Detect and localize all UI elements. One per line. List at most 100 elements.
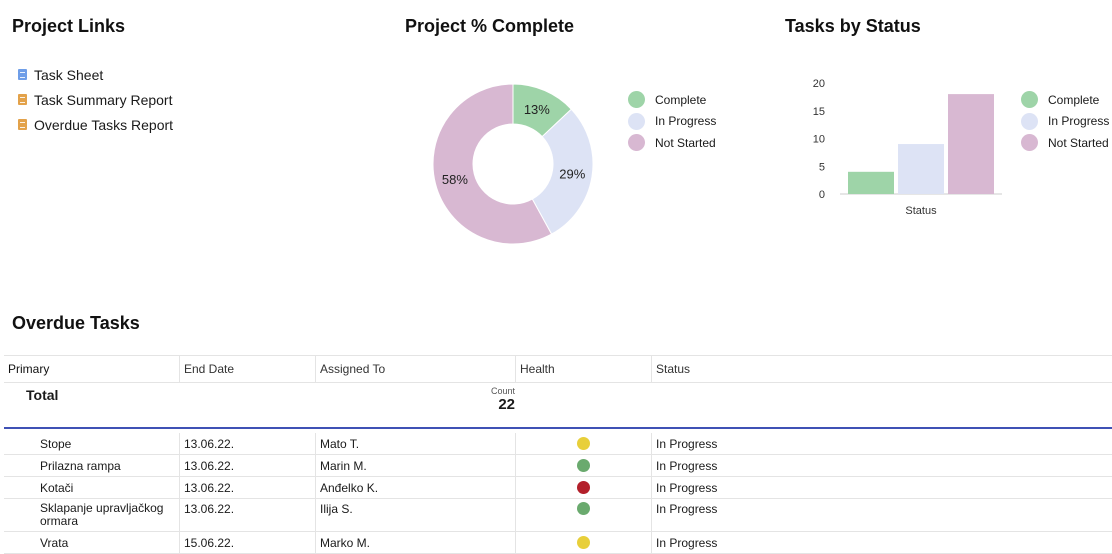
legend-label: Complete [655, 92, 707, 107]
column-header-status[interactable]: Status [652, 355, 1112, 383]
cell-assigned-to-text: Anđelko K. [320, 480, 379, 495]
column-header-end-date[interactable]: End Date [180, 355, 316, 383]
x-tick-label: Status [905, 205, 937, 217]
count-label: Count [491, 386, 516, 396]
table-header: Primary End Date Assigned To Health Stat… [4, 355, 1112, 383]
cell-end-date: 13.06.22. [180, 477, 316, 498]
cell-primary: Sklapanje upravljačkog ormara [4, 499, 180, 531]
link-task-summary-report[interactable]: Task Summary Report [18, 87, 173, 112]
column-header-primary[interactable]: Primary [4, 355, 180, 383]
y-tick-label: 10 [813, 134, 825, 146]
table-body: Stope 13.06.22. Mato T. In Progress Prilazna… [4, 433, 1112, 554]
cell-status-text: In Progress [656, 436, 718, 451]
table-row[interactable]: Sklapanje upravljačkog ormara 13.06.22. Il… [4, 499, 1112, 532]
legend-item-complete: Complete [628, 89, 716, 111]
table-row[interactable]: Vrata 15.06.22. Marko M. In Progress [4, 532, 1112, 554]
health-yellow-dot-icon [577, 437, 590, 450]
health-green-dot-icon [577, 502, 590, 515]
column-header-assigned-to[interactable]: Assigned To [316, 355, 516, 383]
link-label: Task Summary Report [34, 91, 173, 108]
y-tick-label: 20 [813, 78, 825, 90]
pie-legend: Complete In Progress Not Started [628, 89, 716, 154]
cell-end-date-text: 13.06.22. [184, 436, 235, 451]
bar-in-progress [898, 144, 944, 194]
cell-assigned-to-text: Ilija S. [320, 502, 353, 516]
report-icon [18, 94, 27, 105]
link-overdue-tasks-report[interactable]: Overdue Tasks Report [18, 112, 173, 137]
total-label: Total [26, 387, 59, 403]
y-tick-label: 0 [819, 189, 825, 201]
health-yellow-dot-icon [577, 536, 590, 549]
project-links-list: Task Sheet Task Summary Report Overdue T… [18, 62, 173, 137]
count-value: 22 [498, 396, 515, 413]
cell-status: In Progress [652, 433, 1112, 454]
cell-status: In Progress [652, 455, 1112, 476]
bar-chart: 0 5 10 15 20 Status [813, 78, 1002, 217]
project-links-title: Project Links [12, 16, 126, 36]
total-row: Total Count 22 [4, 383, 1112, 429]
cell-health [516, 477, 652, 498]
table-row[interactable]: Kotači 13.06.22. Anđelko K. In Progress [4, 477, 1112, 499]
legend-swatch [1021, 91, 1038, 109]
y-tick-label: 15 [813, 106, 825, 118]
table-row[interactable]: Stope 13.06.22. Mato T. In Progress [4, 433, 1112, 455]
legend-item-complete: Complete [1021, 89, 1109, 111]
cell-primary-text: Prilazna rampa [40, 458, 121, 473]
cell-status-text: In Progress [656, 502, 718, 516]
cell-primary: Stope [4, 433, 180, 454]
legend-swatch [1021, 134, 1038, 152]
legend-label: Not Started [1048, 135, 1109, 150]
cell-health [516, 455, 652, 476]
cell-primary: Kotači [4, 477, 180, 498]
cell-end-date-text: 13.06.22. [184, 480, 235, 495]
donut-chart: 13% 29% 58% [432, 83, 594, 245]
column-header-health[interactable]: Health [516, 355, 652, 383]
cell-health [516, 532, 652, 553]
bar-legend: Complete In Progress Not Started [1021, 89, 1109, 154]
table-row[interactable]: Prilazna rampa 13.06.22. Marin M. In Progre… [4, 455, 1112, 477]
pie-data-label: 58% [442, 172, 468, 187]
cell-assigned-to-text: Marin M. [320, 458, 367, 473]
y-tick-label: 5 [819, 161, 825, 173]
legend-label: Complete [1048, 92, 1100, 107]
cell-primary-text: Sklapanje upravljačkog ormara [40, 501, 164, 528]
cell-assigned-to-text: Marko M. [320, 535, 371, 550]
cell-status: In Progress [652, 477, 1112, 498]
health-red-dot-icon [577, 481, 590, 494]
cell-primary: Prilazna rampa [4, 455, 180, 476]
legend-swatch [628, 112, 645, 130]
cell-primary-text: Kotači [40, 480, 74, 495]
cell-assigned-to: Ilija S. [316, 499, 516, 531]
cell-health [516, 433, 652, 454]
bar-complete [848, 171, 894, 194]
pie-chart-title: Project % Complete [405, 16, 575, 36]
cell-end-date-text: 13.06.22. [184, 502, 235, 516]
cell-end-date-text: 15.06.22. [184, 535, 235, 550]
cell-assigned-to: Marin M. [316, 455, 516, 476]
cell-status-text: In Progress [656, 480, 718, 495]
overdue-tasks-table: Primary End Date Assigned To Health Stat… [4, 355, 1112, 554]
cell-end-date: 15.06.22. [180, 532, 316, 553]
report-icon [18, 119, 27, 130]
link-label: Overdue Tasks Report [34, 116, 174, 133]
cell-status-text: In Progress [656, 458, 718, 473]
cell-status: In Progress [652, 532, 1112, 553]
overdue-tasks-title: Overdue Tasks [12, 313, 140, 333]
cell-primary: Vrata [4, 532, 180, 553]
legend-label: In Progress [655, 114, 717, 129]
cell-assigned-to: Anđelko K. [316, 477, 516, 498]
legend-swatch [628, 134, 645, 152]
legend-swatch [1021, 112, 1038, 130]
link-task-sheet[interactable]: Task Sheet [18, 62, 173, 87]
cell-status: In Progress [652, 499, 1112, 531]
legend-item-not-started: Not Started [1021, 132, 1109, 154]
pie-data-label: 29% [559, 166, 585, 181]
cell-assigned-to-text: Mato T. [320, 436, 360, 451]
sheet-icon [18, 69, 27, 80]
cell-assigned-to: Marko M. [316, 532, 516, 553]
cell-end-date-text: 13.06.22. [184, 458, 235, 473]
cell-primary-text: Vrata [40, 535, 69, 550]
legend-label: Not Started [655, 135, 716, 150]
bar-chart-title: Tasks by Status [785, 16, 921, 36]
cell-end-date: 13.06.22. [180, 455, 316, 476]
